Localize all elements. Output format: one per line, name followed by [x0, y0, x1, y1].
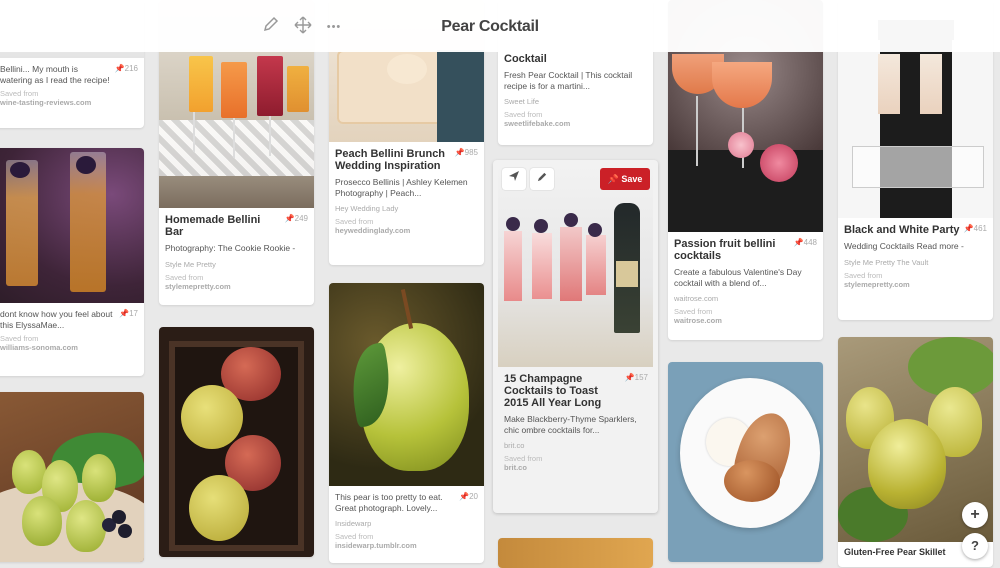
repin-count: 📌985 [454, 148, 478, 157]
pin-title[interactable]: Peach Bellini Brunch Wedding Inspiration [335, 148, 451, 172]
pin-via[interactable]: brit.co [504, 441, 648, 450]
pin-description: Create a fabulous Valentine's Day cockta… [674, 267, 802, 288]
pin-title[interactable]: 15 Champagne Cocktails to Toast 2015 All… [504, 373, 621, 409]
pin-card[interactable] [668, 362, 823, 562]
page-title: Pear Cocktail [441, 18, 539, 35]
pin-description: Make Blackberry-Thyme Sparklers, chic om… [504, 414, 637, 435]
pin-card[interactable]: Gluten-Free Pear Skillet [838, 337, 993, 567]
board-header: ••• Pear Cocktail [0, 0, 1000, 52]
pin-card[interactable]: This pear is too pretty to eat. Great ph… [329, 283, 484, 563]
pin-title[interactable]: Cocktail [504, 53, 647, 65]
pin-image[interactable] [159, 327, 314, 557]
pin-image[interactable] [0, 148, 144, 303]
saved-from: Saved from sweetlifebake.com [504, 110, 571, 128]
pin-via[interactable]: waitrose.com [674, 294, 817, 303]
pin-image[interactable] [668, 362, 823, 562]
pin-via[interactable]: Style Me Pretty [165, 260, 308, 269]
pin-description: Photography: The Cookie Rookie - [165, 243, 296, 253]
repin-count: 📌157 [624, 373, 648, 382]
pin-via[interactable]: Insidewarp [335, 519, 478, 528]
pin-description: This pear is too pretty to eat. Great ph… [335, 492, 443, 513]
saved-from: Saved from heyweddinglady.com [335, 217, 411, 235]
pin-via[interactable]: Sweet Life [504, 97, 647, 106]
pencil-icon[interactable] [530, 168, 554, 190]
pencil-icon[interactable] [260, 16, 282, 38]
pin-image[interactable] [0, 392, 144, 562]
pin-title[interactable]: Black and White Party [844, 224, 960, 236]
pin-via[interactable]: Hey Wedding Lady [335, 204, 478, 213]
add-button[interactable]: + [962, 502, 988, 528]
pin-image[interactable] [498, 163, 653, 367]
saved-from: Saved from williams-sonoma.com [0, 334, 78, 352]
saved-from: Saved from waitrose.com [674, 307, 722, 325]
saved-from: Saved from stylemepretty.com [844, 270, 910, 289]
pin-card[interactable]: dont know how you feel about this Elyssa… [0, 148, 144, 376]
pin-image[interactable] [498, 538, 653, 568]
pin-description: Fresh Pear Cocktail | This cocktail reci… [504, 70, 633, 91]
pin-image[interactable] [329, 283, 484, 486]
pin-description: Prosecco Bellinis | Ashley Kelemen Photo… [335, 177, 468, 198]
pin-card[interactable] [0, 392, 144, 562]
more-icon[interactable]: ••• [323, 16, 345, 38]
repin-count: 📌20 [459, 492, 478, 501]
pin-title[interactable]: Homemade Bellini Bar [165, 214, 281, 238]
repin-count: 📌216 [114, 64, 138, 73]
pin-description: Bellini... My mouth is watering as I rea… [0, 64, 110, 85]
send-icon[interactable] [502, 168, 526, 190]
saved-from: Saved from wine-tasting-reviews.com [0, 89, 92, 107]
save-button[interactable]: 📌 Save [600, 168, 650, 190]
pin-card-hovered[interactable]: 📌 Save 15 Champagne Cocktails to Toast 2… [493, 160, 658, 513]
pin-description: dont know how you feel about this Elyssa… [0, 309, 113, 330]
pin-icon: 📌 [607, 174, 619, 184]
repin-count: 📌249 [284, 214, 308, 223]
repin-count: 📌17 [119, 309, 138, 318]
move-arrows-icon[interactable] [292, 16, 314, 38]
pin-title[interactable]: Passion fruit bellini cocktails [674, 238, 790, 262]
saved-from: Saved from insidewarp.tumblr.com [335, 532, 417, 550]
pin-description: Wedding Cocktails Read more - [844, 241, 964, 251]
pin-card[interactable] [498, 538, 653, 568]
saved-from: Saved from brit.co [504, 454, 543, 472]
repin-count: 📌461 [963, 224, 987, 233]
pin-via[interactable]: Style Me Pretty The Vault [844, 258, 987, 267]
repin-count: 📌448 [793, 238, 817, 247]
pin-card[interactable] [159, 327, 314, 557]
help-button[interactable]: ? [962, 533, 988, 559]
saved-from: Saved from stylemepretty.com [165, 272, 231, 291]
